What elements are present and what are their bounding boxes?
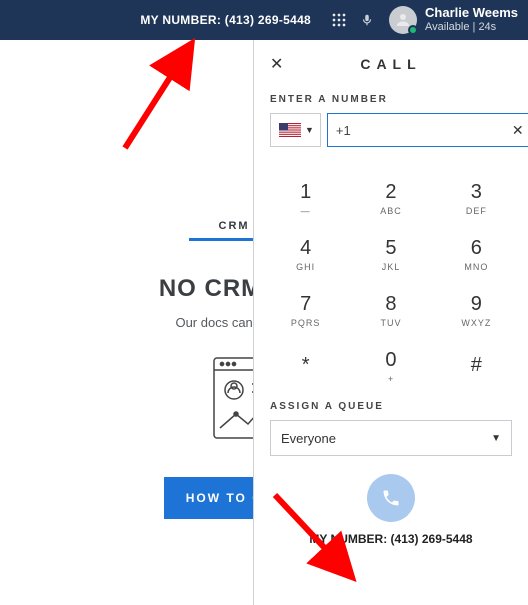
key-9[interactable]: 9WXYZ bbox=[435, 283, 518, 337]
call-panel-title: CALL bbox=[360, 56, 421, 72]
key-star[interactable]: * bbox=[264, 339, 347, 393]
key-0[interactable]: 0+ bbox=[349, 339, 432, 393]
phone-number-input-wrapper[interactable]: ✕ bbox=[327, 113, 528, 147]
queue-select[interactable]: Everyone ▼ bbox=[270, 420, 512, 456]
close-icon[interactable]: ✕ bbox=[270, 54, 283, 74]
my-phone-number: MY NUMBER: (413) 269-5448 bbox=[140, 13, 311, 27]
key-2[interactable]: 2ABC bbox=[349, 171, 432, 225]
call-panel: ✕ CALL ENTER A NUMBER ▼ ✕ 1— bbox=[253, 40, 528, 605]
user-name: Charlie Weems bbox=[425, 6, 518, 21]
queue-selected-value: Everyone bbox=[281, 431, 336, 446]
user-status: Available | 24s bbox=[425, 21, 518, 34]
key-4[interactable]: 4GHI bbox=[264, 227, 347, 281]
dialpad-icon[interactable] bbox=[331, 12, 347, 28]
phone-icon bbox=[381, 488, 401, 508]
key-hash[interactable]: # bbox=[435, 339, 518, 393]
key-3[interactable]: 3DEF bbox=[435, 171, 518, 225]
flag-icon bbox=[279, 123, 301, 137]
phone-number-input[interactable] bbox=[336, 123, 512, 138]
place-call-button[interactable] bbox=[367, 474, 415, 522]
key-1[interactable]: 1— bbox=[264, 171, 347, 225]
key-8[interactable]: 8TUV bbox=[349, 283, 432, 337]
chevron-down-icon: ▼ bbox=[305, 125, 314, 135]
avatar[interactable] bbox=[389, 6, 417, 34]
clear-input-icon[interactable]: ✕ bbox=[512, 122, 524, 139]
presence-indicator bbox=[408, 25, 418, 35]
key-6[interactable]: 6MNO bbox=[435, 227, 518, 281]
my-phone-number-footer: MY NUMBER: (413) 269-5448 bbox=[270, 532, 512, 546]
key-5[interactable]: 5JKL bbox=[349, 227, 432, 281]
microphone-icon[interactable] bbox=[359, 12, 375, 28]
top-bar: MY NUMBER: (413) 269-5448 Charlie Weems … bbox=[0, 0, 528, 40]
user-block: Charlie Weems Available | 24s bbox=[425, 6, 518, 34]
enter-number-label: ENTER A NUMBER bbox=[270, 94, 512, 105]
key-7[interactable]: 7PQRS bbox=[264, 283, 347, 337]
assign-queue-label: ASSIGN A QUEUE bbox=[270, 401, 512, 412]
chevron-down-icon: ▼ bbox=[491, 433, 501, 444]
dialpad: 1— 2ABC 3DEF 4GHI 5JKL 6MNO 7PQRS 8TUV 9… bbox=[264, 171, 518, 393]
country-select[interactable]: ▼ bbox=[270, 113, 321, 147]
